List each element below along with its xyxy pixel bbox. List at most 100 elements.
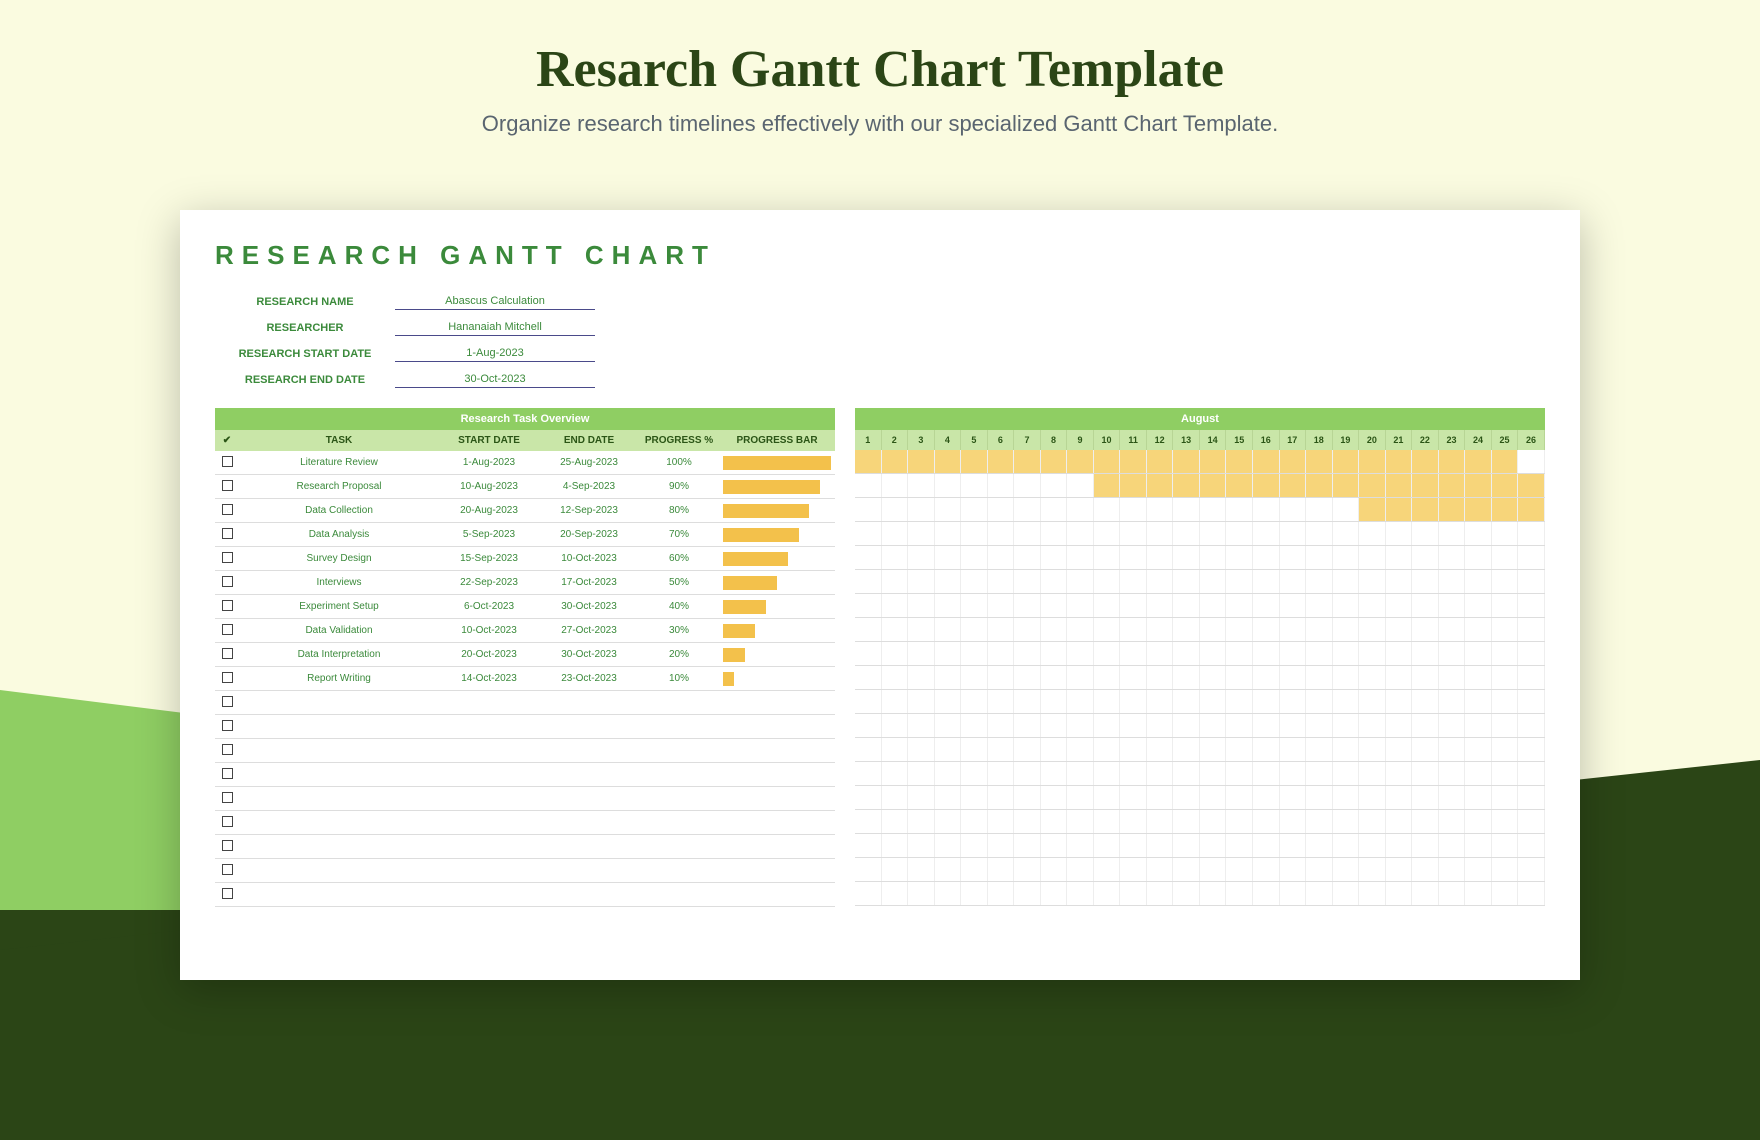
calendar-cell[interactable]	[908, 858, 935, 881]
calendar-cell[interactable]	[1492, 834, 1519, 857]
calendar-cell[interactable]	[1359, 450, 1386, 473]
calendar-cell[interactable]	[935, 762, 962, 785]
calendar-cell[interactable]	[1094, 690, 1121, 713]
calendar-cell[interactable]	[855, 474, 882, 497]
calendar-cell[interactable]	[1412, 474, 1439, 497]
calendar-cell[interactable]	[1359, 714, 1386, 737]
calendar-cell[interactable]	[935, 834, 962, 857]
calendar-cell[interactable]	[1226, 450, 1253, 473]
calendar-cell[interactable]	[1200, 738, 1227, 761]
calendar-cell[interactable]	[1359, 546, 1386, 569]
calendar-cell[interactable]	[1386, 858, 1413, 881]
calendar-cell[interactable]	[1014, 642, 1041, 665]
calendar-cell[interactable]	[1439, 690, 1466, 713]
calendar-cell[interactable]	[908, 546, 935, 569]
calendar-cell[interactable]	[855, 522, 882, 545]
calendar-cell[interactable]	[1094, 738, 1121, 761]
calendar-cell[interactable]	[1041, 474, 1068, 497]
calendar-cell[interactable]	[1173, 474, 1200, 497]
calendar-cell[interactable]	[935, 546, 962, 569]
checkbox-icon[interactable]	[222, 552, 233, 563]
calendar-cell[interactable]	[988, 498, 1015, 521]
calendar-cell[interactable]	[1306, 618, 1333, 641]
calendar-cell[interactable]	[935, 450, 962, 473]
calendar-cell[interactable]	[1306, 786, 1333, 809]
calendar-cell[interactable]	[1333, 714, 1360, 737]
calendar-cell[interactable]	[882, 498, 909, 521]
calendar-cell[interactable]	[1014, 450, 1041, 473]
calendar-cell[interactable]	[1412, 882, 1439, 905]
calendar-cell[interactable]	[988, 666, 1015, 689]
calendar-cell[interactable]	[1094, 522, 1121, 545]
calendar-cell[interactable]	[1041, 594, 1068, 617]
calendar-cell[interactable]	[1518, 858, 1545, 881]
checkbox-icon[interactable]	[222, 696, 233, 707]
calendar-cell[interactable]	[1120, 762, 1147, 785]
calendar-cell[interactable]	[1120, 594, 1147, 617]
calendar-cell[interactable]	[882, 570, 909, 593]
calendar-cell[interactable]	[1041, 642, 1068, 665]
calendar-cell[interactable]	[1094, 858, 1121, 881]
calendar-cell[interactable]	[855, 858, 882, 881]
calendar-cell[interactable]	[1465, 858, 1492, 881]
calendar-cell[interactable]	[1226, 570, 1253, 593]
calendar-cell[interactable]	[1200, 522, 1227, 545]
table-row[interactable]	[215, 715, 835, 739]
checkbox-icon[interactable]	[222, 504, 233, 515]
calendar-cell[interactable]	[961, 618, 988, 641]
calendar-cell[interactable]	[1094, 714, 1121, 737]
calendar-cell[interactable]	[1333, 858, 1360, 881]
calendar-cell[interactable]	[1518, 546, 1545, 569]
table-row[interactable]: Report Writing14-Oct-202323-Oct-202310%	[215, 667, 835, 691]
calendar-cell[interactable]	[1439, 882, 1466, 905]
calendar-cell[interactable]	[1492, 810, 1519, 833]
calendar-cell[interactable]	[908, 642, 935, 665]
checkbox-icon[interactable]	[222, 576, 233, 587]
calendar-cell[interactable]	[1253, 690, 1280, 713]
calendar-cell[interactable]	[1412, 762, 1439, 785]
calendar-cell[interactable]	[988, 594, 1015, 617]
calendar-cell[interactable]	[1386, 594, 1413, 617]
calendar-cell[interactable]	[1253, 858, 1280, 881]
calendar-cell[interactable]	[1492, 714, 1519, 737]
calendar-cell[interactable]	[1014, 546, 1041, 569]
calendar-cell[interactable]	[1014, 666, 1041, 689]
calendar-cell[interactable]	[1359, 882, 1386, 905]
calendar-cell[interactable]	[908, 498, 935, 521]
calendar-cell[interactable]	[1120, 474, 1147, 497]
calendar-cell[interactable]	[1014, 618, 1041, 641]
calendar-cell[interactable]	[1120, 618, 1147, 641]
calendar-cell[interactable]	[1333, 690, 1360, 713]
table-row[interactable]: Survey Design15-Sep-202310-Oct-202360%	[215, 547, 835, 571]
checkbox-icon[interactable]	[222, 528, 233, 539]
checkbox-icon[interactable]	[222, 672, 233, 683]
calendar-cell[interactable]	[1226, 498, 1253, 521]
calendar-cell[interactable]	[908, 882, 935, 905]
calendar-cell[interactable]	[1014, 522, 1041, 545]
table-row[interactable]	[215, 739, 835, 763]
calendar-cell[interactable]	[1518, 450, 1545, 473]
calendar-cell[interactable]	[1014, 474, 1041, 497]
calendar-cell[interactable]	[855, 690, 882, 713]
calendar-cell[interactable]	[1200, 834, 1227, 857]
calendar-cell[interactable]	[882, 714, 909, 737]
calendar-cell[interactable]	[1465, 498, 1492, 521]
calendar-cell[interactable]	[1173, 594, 1200, 617]
calendar-cell[interactable]	[1280, 714, 1307, 737]
calendar-cell[interactable]	[961, 762, 988, 785]
table-row[interactable]	[215, 691, 835, 715]
calendar-cell[interactable]	[1253, 546, 1280, 569]
calendar-cell[interactable]	[882, 546, 909, 569]
calendar-cell[interactable]	[1200, 570, 1227, 593]
calendar-cell[interactable]	[1465, 738, 1492, 761]
calendar-cell[interactable]	[1492, 498, 1519, 521]
calendar-cell[interactable]	[908, 570, 935, 593]
calendar-cell[interactable]	[1359, 570, 1386, 593]
calendar-cell[interactable]	[1518, 738, 1545, 761]
calendar-cell[interactable]	[1173, 690, 1200, 713]
calendar-cell[interactable]	[1120, 882, 1147, 905]
calendar-cell[interactable]	[1412, 810, 1439, 833]
calendar-cell[interactable]	[1412, 498, 1439, 521]
checkbox-icon[interactable]	[222, 624, 233, 635]
calendar-cell[interactable]	[1359, 498, 1386, 521]
